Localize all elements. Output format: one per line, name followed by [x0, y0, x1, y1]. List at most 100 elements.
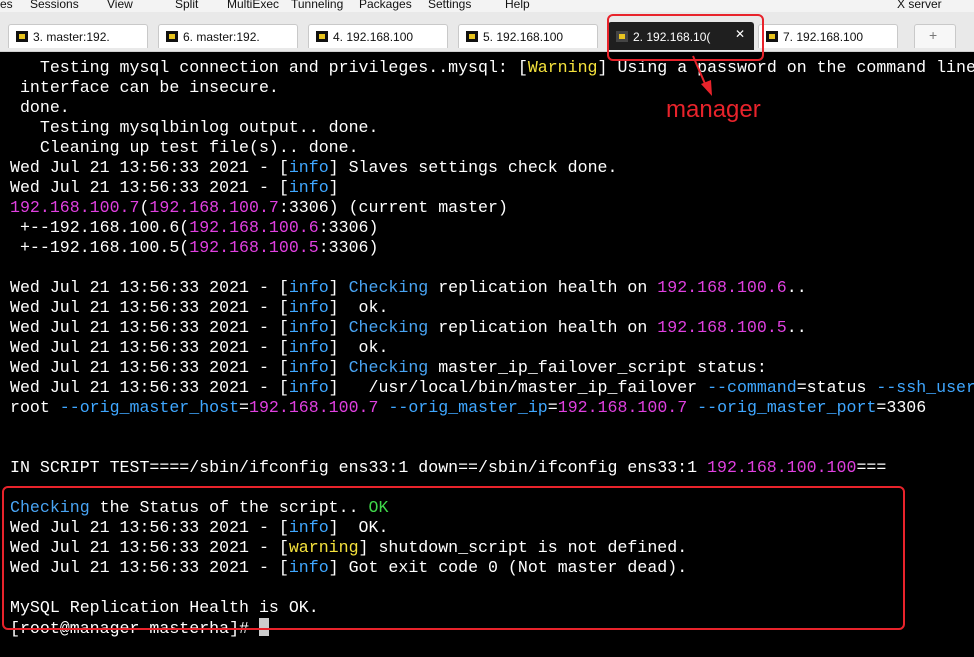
terminal-text: ..: [786, 318, 807, 337]
terminal-text: IN SCRIPT TEST====/sbin/ifconfig ens33:1…: [10, 458, 708, 477]
terminal-text: the Status of the script..: [89, 498, 369, 517]
terminal-line: Checking the Status of the script.. OK: [10, 498, 388, 518]
session-tab[interactable]: 3. master:192.: [8, 24, 148, 48]
terminal-line: 192.168.100.7(192.168.100.7:3306) (curre…: [10, 198, 508, 218]
terminal-text: info: [288, 358, 329, 377]
terminal-line: Wed Jul 21 13:56:33 2021 - [info] ok.: [10, 298, 388, 318]
terminal-text: warning: [288, 538, 359, 557]
session-tab[interactable]: 4. 192.168.100: [308, 24, 448, 48]
terminal-text: info: [288, 318, 329, 337]
terminal-text: =: [547, 398, 558, 417]
terminal-cursor: [258, 618, 269, 636]
menu-item[interactable]: Help: [505, 0, 530, 11]
session-tab[interactable]: 6. master:192.: [158, 24, 298, 48]
terminal-line: IN SCRIPT TEST====/sbin/ifconfig ens33:1…: [10, 458, 886, 478]
session-tab[interactable]: 2. 192.168.10( ✕: [608, 22, 754, 50]
terminal-text: Testing mysql connection and privileges.…: [10, 58, 528, 77]
session-tab-label: 3. master:192.: [33, 30, 110, 44]
terminal-line: Wed Jul 21 13:56:33 2021 - [info] Slaves…: [10, 158, 617, 178]
terminal-line: Wed Jul 21 13:56:33 2021 - [info]: [10, 178, 339, 198]
menu-item[interactable]: Split: [175, 0, 198, 11]
terminal-text: --orig_master_port: [697, 398, 877, 417]
terminal-line: Wed Jul 21 13:56:33 2021 - [info] OK.: [10, 518, 388, 538]
menu-item[interactable]: X server: [897, 0, 942, 11]
menu-item[interactable]: es: [0, 0, 13, 11]
terminal-line: MySQL Replication Health is OK.: [10, 598, 319, 618]
terminal-text: [root@manager masterha]#: [10, 619, 259, 638]
terminal-line: done.: [10, 98, 70, 118]
terminal-text: Wed Jul 21 13:56:33 2021 - [: [10, 298, 289, 317]
terminal-output[interactable]: Testing mysql connection and privileges.…: [0, 52, 974, 657]
session-tab-label: 6. master:192.: [183, 30, 260, 44]
menu-item[interactable]: Sessions: [30, 0, 79, 11]
menu-item[interactable]: Tunneling: [291, 0, 343, 11]
terminal-line: Wed Jul 21 13:56:33 2021 - [info] Checki…: [10, 318, 807, 338]
terminal-text: Wed Jul 21 13:56:33 2021 - [: [10, 378, 289, 397]
terminal-text: --command: [707, 378, 797, 397]
terminal-text: +--192.168.100.6(: [10, 218, 190, 237]
terminal-text: Checking: [348, 358, 429, 377]
terminal-text: =3306: [876, 398, 927, 417]
terminal-line: Wed Jul 21 13:56:33 2021 - [warning] shu…: [10, 538, 687, 558]
terminal-line: +--192.168.100.5(192.168.100.5:3306): [10, 238, 379, 258]
terminal-text: Wed Jul 21 13:56:33 2021 - [: [10, 318, 289, 337]
terminal-line: Wed Jul 21 13:56:33 2021 - [info] /usr/l…: [10, 378, 974, 398]
menu-item[interactable]: Settings: [428, 0, 471, 11]
terminal-text: 192.168.100.7: [149, 198, 279, 217]
terminal-text: ]: [328, 358, 349, 377]
terminal-line: Wed Jul 21 13:56:33 2021 - [info] Checki…: [10, 358, 767, 378]
terminal-text: root: [10, 398, 60, 417]
terminal-text: --orig_master_host: [59, 398, 240, 417]
terminal-text: Checking: [348, 318, 429, 337]
terminal-text: ] ok.: [328, 338, 389, 357]
terminal-text: 192.168.100.7: [249, 398, 379, 417]
terminal-text: 192.168.100.5: [657, 318, 787, 337]
session-tab-label: 2. 192.168.10(: [633, 30, 711, 44]
menu-bar: es Sessions View Split MultiExec Tunneling Pac…: [0, 0, 974, 12]
terminal-text: ] Using a password on the command line: [597, 58, 974, 77]
session-tab[interactable]: 7. 192.168.100: [758, 24, 898, 48]
terminal-text: ] /usr/local/bin/master_ip_failover: [328, 378, 708, 397]
terminal-line: Wed Jul 21 13:56:33 2021 - [info] Checki…: [10, 278, 807, 298]
terminal-session-icon: [766, 31, 778, 42]
terminal-text: Checking: [10, 498, 90, 517]
terminal-text: info: [288, 178, 329, 197]
plus-icon: +: [929, 27, 938, 43]
terminal-text: ] Slaves settings check done.: [328, 158, 618, 177]
terminal-text: 192.168.100.100: [707, 458, 857, 477]
menu-item[interactable]: Packages: [359, 0, 412, 11]
terminal-line: interface can be insecure.: [10, 78, 279, 98]
terminal-text: ] shutdown_script is not defined.: [358, 538, 688, 557]
terminal-text: 192.168.100.5: [189, 238, 319, 257]
terminal-text: ] ok.: [328, 298, 389, 317]
terminal-text: (: [139, 198, 150, 217]
terminal-text: --orig_master_ip: [388, 398, 548, 417]
terminal-text: ]: [328, 178, 339, 197]
terminal-text: info: [288, 378, 329, 397]
terminal-text: replication health on: [428, 318, 658, 337]
terminal-text: Wed Jul 21 13:56:33 2021 - [: [10, 178, 289, 197]
terminal-line: Wed Jul 21 13:56:33 2021 - [info] Got ex…: [10, 558, 687, 578]
terminal-text: info: [288, 158, 329, 177]
close-icon[interactable]: ✕: [735, 27, 745, 41]
terminal-line: Testing mysqlbinlog output.. done.: [10, 118, 379, 138]
terminal-text: Warning: [527, 58, 598, 77]
terminal-line: +--192.168.100.6(192.168.100.6:3306): [10, 218, 379, 238]
terminal-text: info: [288, 558, 329, 577]
terminal-text: OK: [368, 498, 389, 517]
menu-item[interactable]: View: [107, 0, 133, 11]
session-tab[interactable]: 5. 192.168.100: [458, 24, 598, 48]
terminal-text: MySQL Replication Health is OK.: [10, 598, 319, 617]
terminal-text: Wed Jul 21 13:56:33 2021 - [: [10, 158, 289, 177]
menu-item[interactable]: MultiExec: [227, 0, 279, 11]
terminal-text: ..: [786, 278, 807, 297]
terminal-text: Checking: [348, 278, 429, 297]
terminal-session-icon: [16, 31, 28, 42]
session-tab-label: 5. 192.168.100: [483, 30, 564, 44]
terminal-text: interface can be insecure.: [10, 78, 279, 97]
new-tab-button[interactable]: +: [914, 24, 956, 48]
terminal-text: 192.168.100.6: [657, 278, 787, 297]
terminal-text: 192.168.100.7: [10, 198, 140, 217]
